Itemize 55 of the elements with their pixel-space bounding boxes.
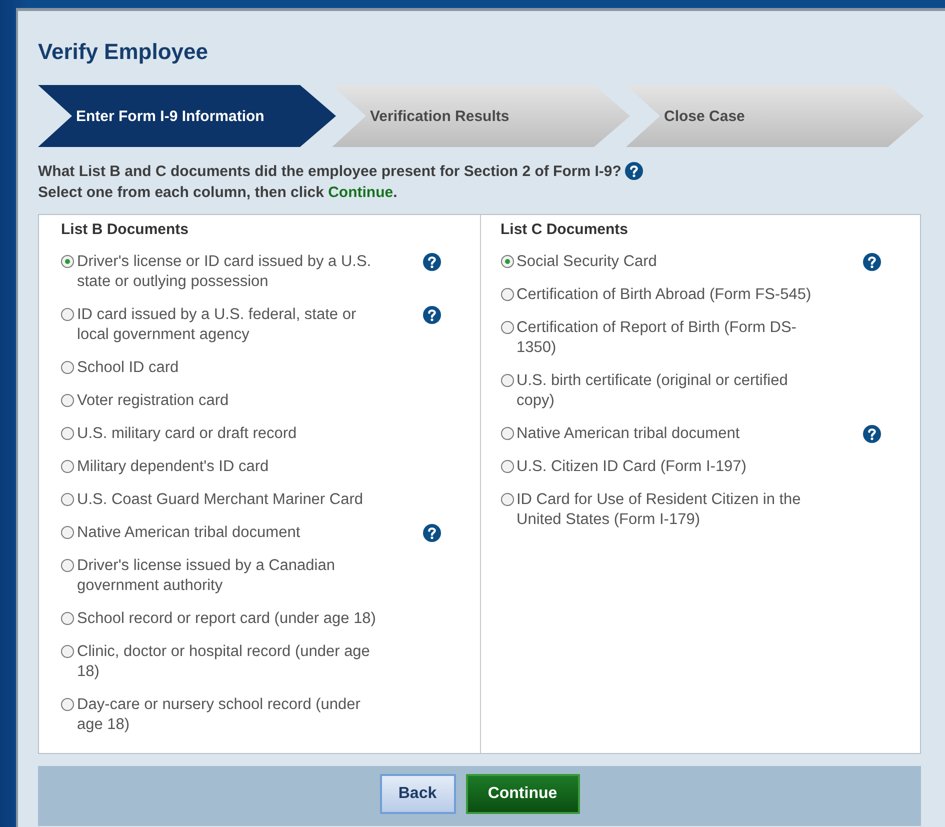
page-title: Verify Employee xyxy=(38,38,209,66)
radio-button[interactable] xyxy=(61,526,74,539)
option-label: Certification of Report of Birth (Form DS-1350) xyxy=(516,318,798,358)
option-label: Day-care or nursery school record (under age 18) xyxy=(77,695,362,735)
back-button[interactable]: Back xyxy=(380,774,456,814)
option-label: U.S. Citizen ID Card (Form I-197) xyxy=(516,457,748,477)
option-label: U.S. Coast Guard Merchant Mariner Card xyxy=(77,490,364,510)
option-label: Native American tribal document xyxy=(77,523,302,543)
radio-button[interactable] xyxy=(500,288,514,301)
radio-button[interactable] xyxy=(500,321,514,334)
step-tab[interactable]: Close Case xyxy=(626,85,924,147)
radio-button[interactable] xyxy=(61,361,74,374)
radio-button[interactable] xyxy=(61,460,74,473)
step-tab[interactable]: Verification Results xyxy=(332,85,630,147)
option-label: Social Security Card xyxy=(516,252,658,272)
radio-button[interactable] xyxy=(61,255,74,268)
help-icon[interactable] xyxy=(625,162,644,180)
option-label: Driver's license or ID card issued by a U.S. state or outlying possession xyxy=(77,252,372,292)
option-label: U.S. military card or draft record xyxy=(77,424,298,444)
option-label: School record or report card (under age 18) xyxy=(77,609,377,629)
continue-button[interactable]: Continue xyxy=(466,774,580,814)
option-label: ID Card for Use of Resident Citizen in the United States (Form I-179) xyxy=(516,490,802,530)
radio-button[interactable] xyxy=(61,394,74,407)
option-label: Native American tribal document xyxy=(516,424,741,444)
option-label: Voter registration card xyxy=(77,391,230,411)
instruction-text: Select one from each column, then click Continue. xyxy=(38,184,398,201)
help-icon[interactable] xyxy=(423,524,441,542)
option-label: Military dependent's ID card xyxy=(77,457,270,477)
continue-link[interactable]: Continue xyxy=(328,184,394,201)
radio-button[interactable] xyxy=(61,308,74,321)
help-icon[interactable] xyxy=(862,253,880,271)
radio-button[interactable] xyxy=(61,612,74,625)
radio-button[interactable] xyxy=(61,493,74,506)
option-label: School ID card xyxy=(77,358,180,378)
radio-button[interactable] xyxy=(500,493,514,506)
option-label: Certification of Birth Abroad (Form FS-545) xyxy=(516,285,812,305)
radio-button[interactable] xyxy=(61,427,74,440)
radio-button[interactable] xyxy=(500,460,514,473)
radio-button[interactable] xyxy=(61,559,74,572)
step-tab[interactable]: Enter Form I-9 Information xyxy=(38,85,336,147)
radio-button[interactable] xyxy=(500,255,514,268)
help-icon[interactable] xyxy=(423,253,441,271)
option-label: ID card issued by a U.S. federal, state or local government agency xyxy=(77,305,358,345)
question-text: What List B and C documents did the employee present for Section 2 of Form I-9? xyxy=(38,162,622,180)
radio-button[interactable] xyxy=(500,374,514,387)
radio-button[interactable] xyxy=(500,427,514,440)
option-label: Clinic, doctor or hospital record (under age 18) xyxy=(77,642,371,682)
help-icon[interactable] xyxy=(423,306,441,324)
radio-button[interactable] xyxy=(61,698,74,711)
help-icon[interactable] xyxy=(862,425,880,443)
radio-button[interactable] xyxy=(61,645,74,658)
option-label: Driver's license issued by a Canadian government authority xyxy=(77,556,336,596)
option-label: U.S. birth certificate (original or certified copy) xyxy=(516,371,789,411)
list-heading: List C Documents xyxy=(500,221,630,238)
list-heading: List B Documents xyxy=(61,221,190,238)
